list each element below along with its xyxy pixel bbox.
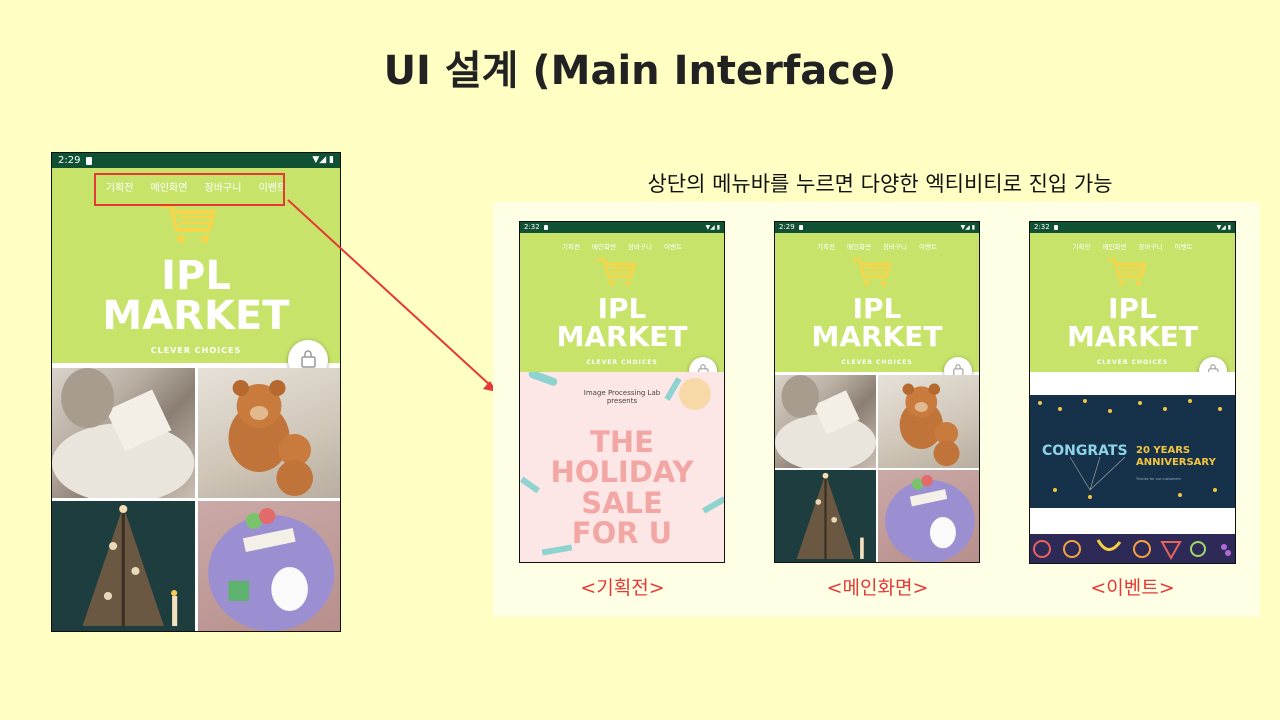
- product-grid: [775, 375, 979, 562]
- product-image-sweater-book[interactable]: [775, 375, 876, 468]
- shopping-cart-icon: [852, 258, 892, 286]
- signal-battery-icons: ▼◢ ▮: [1216, 224, 1231, 231]
- congrats-text: CONGRATS: [1042, 443, 1128, 459]
- caption-main: <메인화면>: [826, 577, 929, 599]
- shopping-cart-icon: [1107, 258, 1147, 286]
- signal-battery-icons: ▼◢ ▮: [705, 224, 720, 231]
- holiday-headline: THE HOLIDAY SALE FOR U: [520, 427, 724, 549]
- brand-line-2: MARKET: [1066, 320, 1199, 353]
- fruit-pattern: [1033, 539, 1231, 561]
- years-line-1: 20 YEARS: [1136, 445, 1191, 456]
- brand-line-2: MARKET: [811, 320, 943, 353]
- holiday-line-2: HOLIDAY: [550, 455, 694, 490]
- caption-event: <이벤트>: [1090, 577, 1175, 599]
- menu-item-cart[interactable]: 장바구니: [628, 241, 652, 251]
- menu-item-exhibition[interactable]: 기획전: [817, 241, 835, 251]
- top-menu-bar: 기획전 메인화면 장바구니 이벤트: [1030, 241, 1235, 251]
- status-time: 2:29: [779, 223, 795, 231]
- cake-image: [885, 474, 975, 562]
- menu-item-main[interactable]: 메인화면: [1103, 241, 1127, 251]
- status-time: 2:32: [1034, 223, 1050, 231]
- subtitle: 상단의 메뉴바를 누르면 다양한 엑티비티로 진입 가능: [647, 172, 1113, 196]
- holiday-line-1: THE: [590, 425, 654, 459]
- signal-battery-icons: ▼◢ ▮: [960, 224, 975, 231]
- brand-line-1: IPL: [597, 292, 647, 325]
- menu-item-exhibition[interactable]: 기획전: [562, 241, 580, 251]
- years-line-2: ANNIVERSARY: [1136, 457, 1216, 468]
- fruit-pattern-banner[interactable]: [1030, 534, 1235, 563]
- sd-card-icon: [799, 225, 803, 230]
- brand-line-1: IPL: [1108, 292, 1157, 325]
- presenter-line-2: presents: [606, 396, 638, 405]
- holiday-line-3: SALE: [581, 485, 663, 520]
- teddy-bear-image: [899, 383, 960, 467]
- anniversary-banner[interactable]: CONGRATS 20 YEARS ANNIVERSARY Thanks for…: [1030, 395, 1235, 508]
- christmas-tree-image: [796, 472, 864, 559]
- sd-card-icon: [544, 225, 548, 230]
- menu-item-event[interactable]: 이벤트: [919, 241, 937, 251]
- app-header: 기획전 메인화면 장바구니 이벤트 IPL MARKET CLEVER CHOI…: [775, 233, 979, 372]
- menu-item-event[interactable]: 이벤트: [1175, 241, 1193, 251]
- app-header: 기획전 메인화면 장바구니 이벤트 IPL MARKET CLEVER CHOI…: [1030, 233, 1235, 372]
- event-screen: 2:32 ▼◢ ▮ 기획전 메인화면 장바구니 이벤트 IPL MARKET C…: [1029, 221, 1236, 564]
- top-menu-bar: 기획전 메인화면 장바구니 이벤트: [520, 241, 724, 251]
- holiday-sale-banner[interactable]: Image Processing Lab presents THE HOLIDA…: [520, 372, 724, 562]
- status-time: 2:32: [524, 223, 540, 231]
- brand-line-1: IPL: [852, 292, 902, 325]
- brand-name: IPL MARKET: [1030, 295, 1235, 351]
- caption-exhibition: <기획전>: [580, 577, 665, 599]
- menu-item-exhibition[interactable]: 기획전: [1073, 241, 1091, 251]
- holiday-line-4: FOR U: [571, 516, 673, 551]
- brand-name: IPL MARKET: [520, 295, 724, 351]
- event-content: CONGRATS 20 YEARS ANNIVERSARY Thanks for…: [1030, 372, 1235, 563]
- menu-item-main[interactable]: 메인화면: [592, 241, 616, 251]
- top-menu-bar: 기획전 메인화면 장바구니 이벤트: [775, 241, 979, 251]
- status-bar: 2:32 ▼◢ ▮: [520, 222, 724, 233]
- app-header: 기획전 메인화면 장바구니 이벤트 IPL MARKET CLEVER CHOI…: [520, 233, 724, 372]
- product-image-christmas-tree[interactable]: [775, 469, 876, 562]
- presenter-text: Image Processing Lab presents: [520, 389, 724, 405]
- thanks-text: Thanks for our customers: [1136, 477, 1181, 481]
- menu-item-cart[interactable]: 장바구니: [883, 241, 907, 251]
- product-image-cake[interactable]: [878, 469, 979, 562]
- status-bar: 2:32 ▼◢ ▮: [1030, 222, 1235, 233]
- brand-name: IPL MARKET: [775, 295, 979, 351]
- sweater-reading-image: [775, 375, 876, 468]
- menu-item-main[interactable]: 메인화면: [847, 241, 871, 251]
- sd-card-icon: [1054, 225, 1058, 230]
- product-image-teddy-bears[interactable]: [878, 375, 979, 468]
- menu-item-event[interactable]: 이벤트: [664, 241, 682, 251]
- shopping-cart-icon: [597, 258, 637, 286]
- menu-item-cart[interactable]: 장바구니: [1139, 241, 1163, 251]
- brand-line-2: MARKET: [556, 320, 688, 353]
- exhibition-screen: 2:32 ▼◢ ▮ 기획전 메인화면 장바구니 이벤트 IPL MARKET C…: [519, 221, 725, 563]
- years-text: 20 YEARS ANNIVERSARY: [1136, 445, 1216, 469]
- status-bar: 2:29 ▼◢ ▮: [775, 222, 979, 233]
- main-screen-preview: 2:29 ▼◢ ▮ 기획전 메인화면 장바구니 이벤트 IPL MARKET C…: [774, 221, 980, 563]
